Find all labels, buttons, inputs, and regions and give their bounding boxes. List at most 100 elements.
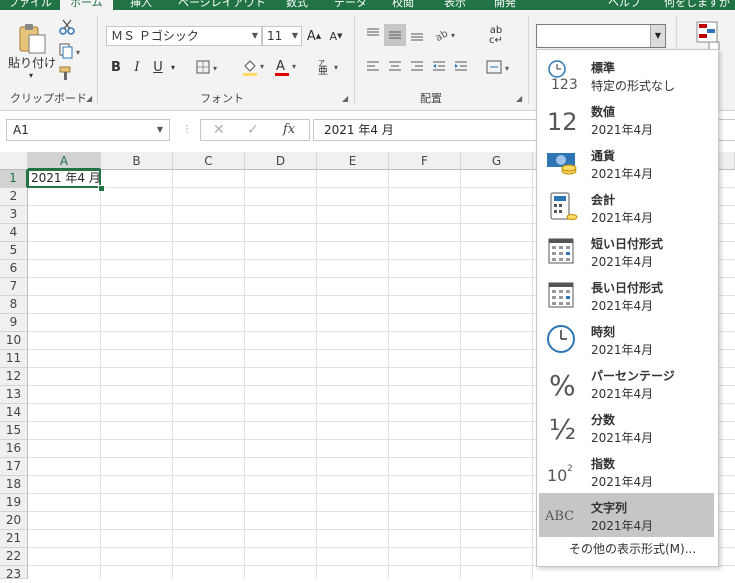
copy-icon[interactable]: ▾ — [56, 42, 86, 60]
format-item-short-date[interactable]: 短い日付形式 2021年4月 — [539, 229, 714, 273]
align-middle-icon[interactable] — [384, 24, 406, 46]
row-header[interactable]: 1 — [0, 170, 28, 188]
font-size-combo[interactable]: 11 ▼ — [262, 26, 302, 46]
format-item-fraction[interactable]: ½ 分数 2021年4月 — [539, 405, 714, 449]
select-all-corner[interactable] — [0, 152, 28, 170]
tab-home[interactable]: ホーム — [60, 0, 113, 10]
format-item-currency[interactable]: 通貨 2021年4月 — [539, 141, 714, 185]
column-header[interactable]: A — [28, 152, 101, 170]
column-header[interactable]: F — [389, 152, 461, 170]
name-box[interactable]: A1 ▼ — [6, 119, 170, 141]
row-header[interactable]: 8 — [0, 296, 28, 314]
number-format-combo[interactable]: ▼ — [536, 24, 666, 48]
format-item-sample: 2021年4月 — [591, 123, 654, 137]
row-header[interactable]: 12 — [0, 368, 28, 386]
wrap-text-icon[interactable]: ab c↵ — [486, 24, 506, 48]
row-header[interactable]: 21 — [0, 530, 28, 548]
row-header[interactable]: 7 — [0, 278, 28, 296]
phonetic-guide-icon[interactable]: ア亜 ▾ — [314, 56, 344, 78]
tab-developer[interactable]: 開発 — [494, 0, 516, 10]
increase-indent-icon[interactable] — [452, 58, 470, 76]
format-item-number[interactable]: 12 数値 2021年4月 — [539, 97, 714, 141]
paste-button[interactable]: 貼り付け — [8, 54, 56, 70]
row-header[interactable]: 3 — [0, 206, 28, 224]
row-header[interactable]: 6 — [0, 260, 28, 278]
format-item-percentage[interactable]: % パーセンテージ 2021年4月 — [539, 361, 714, 405]
row-header[interactable]: 5 — [0, 242, 28, 260]
format-item-general[interactable]: 123 標準 特定の形式なし — [539, 53, 714, 97]
row-header[interactable]: 23 — [0, 566, 28, 581]
active-cell-a1[interactable]: 2021 年4 月 — [27, 169, 101, 188]
align-center-icon[interactable] — [386, 58, 404, 76]
row-header[interactable]: 18 — [0, 476, 28, 494]
conditional-format-icon[interactable] — [694, 20, 722, 50]
column-header[interactable]: D — [245, 152, 317, 170]
underline-button[interactable]: U — [150, 58, 166, 76]
row-header[interactable]: 17 — [0, 458, 28, 476]
paste-icon[interactable] — [14, 20, 50, 56]
align-left-icon[interactable] — [364, 58, 382, 76]
clipboard-launcher-icon[interactable]: ◢ — [86, 94, 92, 103]
column-header[interactable]: C — [173, 152, 245, 170]
insert-function-button[interactable]: fx — [283, 122, 295, 137]
tab-help[interactable]: ヘルプ — [608, 0, 641, 10]
row-header[interactable]: 2 — [0, 188, 28, 206]
row-header[interactable]: 14 — [0, 404, 28, 422]
ribbon-tab-strip: ファイル ホーム 挿入 ページレイアウト 数式 データ 校閲 表示 開発 ヘルプ… — [0, 0, 735, 10]
alignment-launcher-icon[interactable]: ◢ — [516, 94, 522, 103]
column-header[interactable]: B — [101, 152, 173, 170]
format-item-long-date[interactable]: 長い日付形式 2021年4月 — [539, 273, 714, 317]
decrease-font-icon[interactable]: A ▼ — [327, 27, 345, 45]
tell-me[interactable]: 何をしますか — [664, 0, 730, 10]
paste-dropdown-icon[interactable]: ▾ — [26, 70, 36, 80]
row-header[interactable]: 16 — [0, 440, 28, 458]
row-header[interactable]: 4 — [0, 224, 28, 242]
format-item-scientific[interactable]: 10 2 指数 2021年4月 — [539, 449, 714, 493]
tab-page-layout[interactable]: ページレイアウト — [178, 0, 266, 10]
decrease-indent-icon[interactable] — [430, 58, 448, 76]
row-header[interactable]: 19 — [0, 494, 28, 512]
font-launcher-icon[interactable]: ◢ — [342, 94, 348, 103]
column-header[interactable]: G — [461, 152, 533, 170]
column-header[interactable]: E — [317, 152, 389, 170]
calendar-icon — [545, 279, 579, 311]
cut-icon[interactable] — [58, 18, 76, 36]
row-header[interactable]: 13 — [0, 386, 28, 404]
row-header[interactable]: 15 — [0, 422, 28, 440]
bold-button[interactable]: B — [108, 58, 124, 76]
orientation-icon[interactable]: ab ▾ — [432, 24, 462, 44]
row-header[interactable]: 20 — [0, 512, 28, 530]
format-item-time[interactable]: 時刻 2021年4月 — [539, 317, 714, 361]
font-name-combo[interactable]: ＭＳ Ｐゴシック ▼ — [106, 26, 262, 46]
cancel-icon[interactable]: ✕ — [213, 122, 225, 138]
tab-file[interactable]: ファイル — [8, 0, 52, 10]
row-header[interactable]: 10 — [0, 332, 28, 350]
more-number-formats-link[interactable]: その他の表示形式(M)... — [569, 540, 696, 557]
borders-icon[interactable]: ▾ — [194, 58, 224, 76]
font-color-icon[interactable]: A ▾ — [272, 56, 302, 78]
tab-formulas[interactable]: 数式 — [286, 0, 308, 10]
align-right-icon[interactable] — [408, 58, 426, 76]
row-header[interactable]: 11 — [0, 350, 28, 368]
fill-handle[interactable] — [98, 185, 105, 192]
row-header[interactable]: 22 — [0, 548, 28, 566]
fill-color-icon[interactable]: ▾ — [240, 56, 270, 78]
increase-font-icon[interactable]: A ▲ — [305, 27, 323, 45]
italic-button[interactable]: I — [130, 58, 144, 76]
chevron-down-icon[interactable]: ▼ — [650, 25, 665, 47]
enter-check-icon[interactable]: ✓ — [247, 122, 259, 138]
chevron-down-icon[interactable]: ▾ — [168, 60, 178, 74]
format-painter-icon[interactable] — [56, 64, 76, 82]
format-item-sample: 2021年4月 — [591, 431, 654, 445]
row-header[interactable]: 9 — [0, 314, 28, 332]
tab-insert[interactable]: 挿入 — [130, 0, 152, 10]
tab-view[interactable]: 表示 — [444, 0, 466, 10]
chevron-down-icon[interactable]: ▼ — [157, 120, 163, 140]
align-bottom-icon[interactable] — [408, 24, 426, 44]
tab-data[interactable]: データ — [334, 0, 367, 10]
format-item-accounting[interactable]: 会計 2021年4月 — [539, 185, 714, 229]
format-item-text[interactable]: ABC 文字列 2021年4月 — [539, 493, 714, 537]
merge-center-icon[interactable]: ▾ — [484, 58, 516, 76]
align-top-icon[interactable] — [364, 24, 382, 44]
tab-review[interactable]: 校閲 — [392, 0, 414, 10]
